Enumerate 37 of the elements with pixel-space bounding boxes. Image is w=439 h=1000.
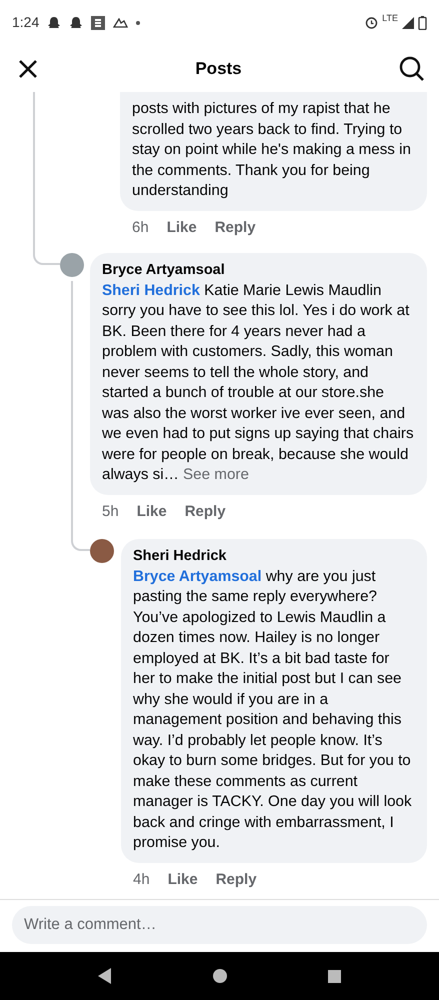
dot-icon bbox=[136, 20, 140, 24]
search-icon bbox=[398, 56, 425, 82]
home-icon[interactable] bbox=[212, 969, 227, 983]
signal-icon bbox=[402, 16, 414, 28]
recents-icon[interactable] bbox=[328, 970, 341, 982]
comment-text: Bryce Artyamsoal why are you just pasting the same reply everywhere? You’ve apologized to Lewis Maudlin a dozen times now. Hailey is no longer employed at BK. It’s a bit bad taste for her to make the initial post but I can see why she would if you are in a management position and behaving this way. I’d probably let people know. It’s okay to burn some bridges. But for you to make these comments as current manager is TACKY. One day you will look back and cringe with embarrassment, I promise you. bbox=[133, 566, 413, 853]
close-button[interactable] bbox=[18, 58, 38, 78]
ghost-icon bbox=[47, 16, 62, 29]
close-icon bbox=[18, 58, 38, 78]
see-more-link[interactable]: See more bbox=[183, 466, 249, 483]
avatar bbox=[90, 539, 114, 563]
comment-time: 5h bbox=[102, 502, 119, 522]
reply-link[interactable]: Reply bbox=[184, 500, 226, 523]
search-button[interactable] bbox=[398, 56, 425, 82]
mention-link[interactable]: Bryce Artyamsoal bbox=[133, 568, 262, 584]
avatar bbox=[60, 253, 84, 277]
back-icon[interactable] bbox=[98, 968, 112, 984]
alarm-icon bbox=[365, 16, 378, 29]
page-title: Posts bbox=[195, 58, 242, 80]
reply-link[interactable]: Reply bbox=[216, 868, 257, 891]
like-link[interactable]: Like bbox=[136, 500, 167, 523]
author-name[interactable]: Sheri Hedrick bbox=[133, 546, 415, 566]
mention-link[interactable]: Sheri Hedrick bbox=[102, 282, 200, 298]
like-link[interactable]: Like bbox=[168, 868, 198, 891]
comment-text: Sheri Hedrick Katie Marie Lewis Maudlin sorry you have to see this lol. Yes i do work at BK. Been there for 4 years never had a problem with customers. Sadly, this woman never seems to tell the whole story, and started a bunch of trouble at our store.she was also the worst worker ive ever seen, and we even had to put signs up saying that chairs were for people on break, because she would always si… See more bbox=[102, 280, 415, 485]
comment-time: 4h bbox=[133, 870, 150, 890]
network-label: LTE bbox=[382, 12, 398, 24]
comment-text: posts with pictures of my rapist that he scrolled two years back to find. Trying to stay on point while he's making a mess in the comments. Thank you for being understanding bbox=[132, 99, 412, 201]
comment-time: 6h bbox=[132, 218, 149, 238]
like-link[interactable]: Like bbox=[166, 216, 197, 239]
clock-time: 1:24 bbox=[12, 13, 40, 32]
author-name[interactable]: Bryce Artyamsoal bbox=[102, 260, 415, 280]
ghost-icon bbox=[69, 16, 84, 29]
comment-input[interactable]: Write a comment… bbox=[12, 906, 427, 944]
reply-link[interactable]: Reply bbox=[214, 216, 256, 239]
battery-icon bbox=[418, 16, 427, 30]
app-icon bbox=[91, 16, 106, 30]
